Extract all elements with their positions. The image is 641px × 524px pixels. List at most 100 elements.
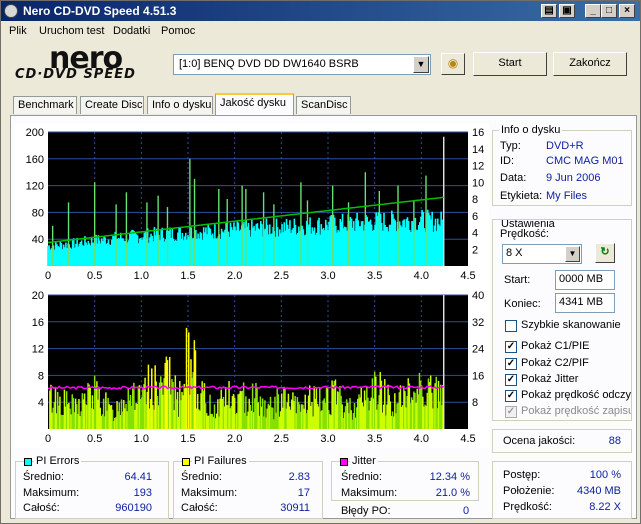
drive-select[interactable]: [1:0] BENQ DVD DD DW1640 BSRB ▼ — [173, 54, 431, 75]
chevron-down-icon[interactable]: ▼ — [413, 56, 429, 73]
jitter-group: Jitter Średnio: 12.34 % Maksimum: 21.0 % — [331, 455, 479, 501]
jitter-avg-label: Średnio: — [341, 471, 382, 483]
eject-disc-icon[interactable]: ◉ — [441, 53, 465, 75]
disc-date-value: 9 Jun 2006 — [546, 172, 601, 184]
pi-errors-max-value: 193 — [133, 487, 152, 499]
menu-plik[interactable]: Plik — [9, 25, 27, 37]
quality-value: 88 — [608, 435, 621, 447]
x-tick-label: 3.5 — [367, 270, 382, 282]
pi-failures-max-value: 17 — [297, 487, 310, 499]
minimize-icon[interactable]: _ — [585, 4, 601, 18]
show-write-speed-label: Pokaż prędkość zapisu — [521, 405, 632, 417]
position-label: Położenie: — [503, 485, 555, 497]
chevron-down-icon[interactable]: ▼ — [565, 246, 580, 262]
y2-tick-label: 16 — [472, 127, 484, 139]
x-tick-label: 2.5 — [274, 433, 289, 445]
y2-tick-label: 40 — [472, 290, 484, 302]
disc-type-label: Typ: — [500, 140, 521, 152]
show-write-speed-checkbox: ✓ — [505, 406, 517, 418]
close-button[interactable]: Zakończ — [553, 52, 627, 76]
show-c1-pie-checkbox[interactable]: ✓ — [505, 341, 517, 353]
tab-scandisc[interactable]: ScanDisc — [296, 96, 351, 114]
y-tick-label: 8 — [38, 370, 44, 382]
tab-create-disc[interactable]: Create Disc — [80, 96, 144, 114]
disc-date-label: Data: — [500, 172, 527, 184]
pi-failures-total-label: Całość: — [181, 502, 218, 514]
jitter-max-label: Maksimum: — [341, 487, 398, 499]
po-errors-value: 0 — [463, 505, 470, 517]
disc-info-title: Info o dysku — [499, 124, 563, 136]
y-tick-label: 200 — [26, 127, 44, 139]
y-tick-label: 12 — [32, 344, 44, 356]
x-tick-label: 1.0 — [134, 433, 149, 445]
jitter-swatch — [340, 458, 348, 466]
pi-failures-group: PI Failures Średnio: 2.83 Maksimum: 17 C… — [173, 455, 323, 519]
y2-tick-label: 14 — [472, 144, 484, 156]
refresh-icon[interactable]: ↻ — [595, 243, 615, 263]
x-tick-label: 2.0 — [227, 433, 242, 445]
start-button[interactable]: Start — [473, 52, 547, 76]
menu-pomoc[interactable]: Pomoc — [161, 25, 195, 37]
tab-info-o-dysku[interactable]: Info o dysku — [147, 96, 213, 114]
y2-tick-label: 12 — [472, 161, 484, 173]
y2-tick-label: 8 — [472, 194, 478, 206]
y2-tick-label: 16 — [472, 370, 484, 382]
start-mb-input[interactable]: 0000 MB — [555, 270, 615, 290]
pi-failures-chart: 0 0.5 1.0 1.5 2.0 2.5 3.0 3.5 4.0 4.5 20 16 12 8 4 40 32… — [15, 290, 489, 448]
menu-uruchom-test[interactable]: Uruchom test — [39, 25, 104, 37]
x-tick-label: 1.5 — [180, 433, 195, 445]
disc-id-value: CMC MAG M01 — [546, 155, 624, 167]
menu-dodatki[interactable]: Dodatki — [113, 25, 150, 37]
speed-select-value: 8 X — [506, 247, 523, 259]
settings-group: Ustawienia Prędkość: 8 X ▼ ↻ Start: 0000… — [492, 219, 632, 421]
pi-failures-title: PI Failures — [192, 455, 249, 467]
speed-select[interactable]: 8 X ▼ — [502, 244, 582, 264]
x-tick-label: 3.5 — [367, 433, 382, 445]
show-read-speed-label: Pokaż prędkość odczytu — [521, 389, 632, 401]
y2-tick-label: 6 — [472, 211, 478, 223]
jitter-max-value: 21.0 % — [435, 487, 470, 499]
fast-scan-label: Szybkie skanowanie — [521, 319, 621, 331]
quality-group: Ocena jakości: 88 — [492, 429, 632, 453]
x-tick-label: 4.0 — [414, 433, 429, 445]
po-errors-label: Błędy PO: — [341, 505, 391, 517]
y-tick-label: 16 — [32, 317, 44, 329]
y2-tick-label: 10 — [472, 177, 484, 189]
fast-scan-checkbox[interactable] — [505, 320, 517, 332]
pi-errors-total-value: 960190 — [115, 502, 152, 514]
disc-type-value: DVD+R — [546, 140, 584, 152]
pi-errors-title: PI Errors — [34, 455, 82, 467]
y-tick-label: 40 — [32, 234, 44, 246]
tab-benchmark[interactable]: Benchmark — [13, 96, 77, 114]
show-jitter-checkbox[interactable]: ✓ — [505, 374, 517, 386]
close-icon[interactable]: × — [619, 4, 635, 18]
show-c2-pif-label: Pokaż C2/PIF — [521, 357, 589, 369]
end-mb-input[interactable]: 4341 MB — [555, 293, 615, 313]
menu-bar: Plik Uruchom test Dodatki Pomoc — [1, 22, 640, 40]
x-tick-label: 0.5 — [87, 433, 102, 445]
pi-errors-total-label: Całość: — [23, 502, 60, 514]
x-tick-label: 0.5 — [87, 270, 102, 282]
x-tick-label: 1.0 — [134, 270, 149, 282]
x-tick-label: 2.0 — [227, 270, 242, 282]
help-icon[interactable]: ▤ — [541, 4, 557, 18]
maximize-icon[interactable]: □ — [601, 4, 617, 18]
pi-failures-swatch — [182, 458, 190, 466]
position-value: 4340 MB — [576, 485, 621, 497]
y-tick-label: 160 — [26, 154, 44, 166]
x-tick-label: 0 — [45, 270, 51, 282]
x-tick-label: 4.5 — [460, 433, 475, 445]
jitter-avg-value: 12.34 % — [429, 471, 470, 483]
show-c2-pif-checkbox[interactable]: ✓ — [505, 358, 517, 370]
title-bar[interactable]: Nero CD-DVD Speed 4.51.3 ▤ ▣ _ □ × — [1, 1, 640, 21]
show-c1-pie-label: Pokaż C1/PIE — [521, 340, 590, 352]
y-tick-label: 4 — [38, 397, 44, 409]
y2-tick-label: 24 — [472, 344, 484, 356]
x-tick-label: 0 — [45, 433, 51, 445]
show-read-speed-checkbox[interactable]: ✓ — [505, 390, 517, 402]
info-icon[interactable]: ▣ — [559, 4, 575, 18]
pi-errors-group: PI Errors Średnio: 64.41 Maksimum: 193 C… — [15, 455, 169, 519]
pi-errors-avg-label: Średnio: — [23, 471, 64, 483]
tab-jakosc-dysku[interactable]: Jakość dysku — [215, 93, 294, 115]
pi-errors-swatch — [24, 458, 32, 466]
